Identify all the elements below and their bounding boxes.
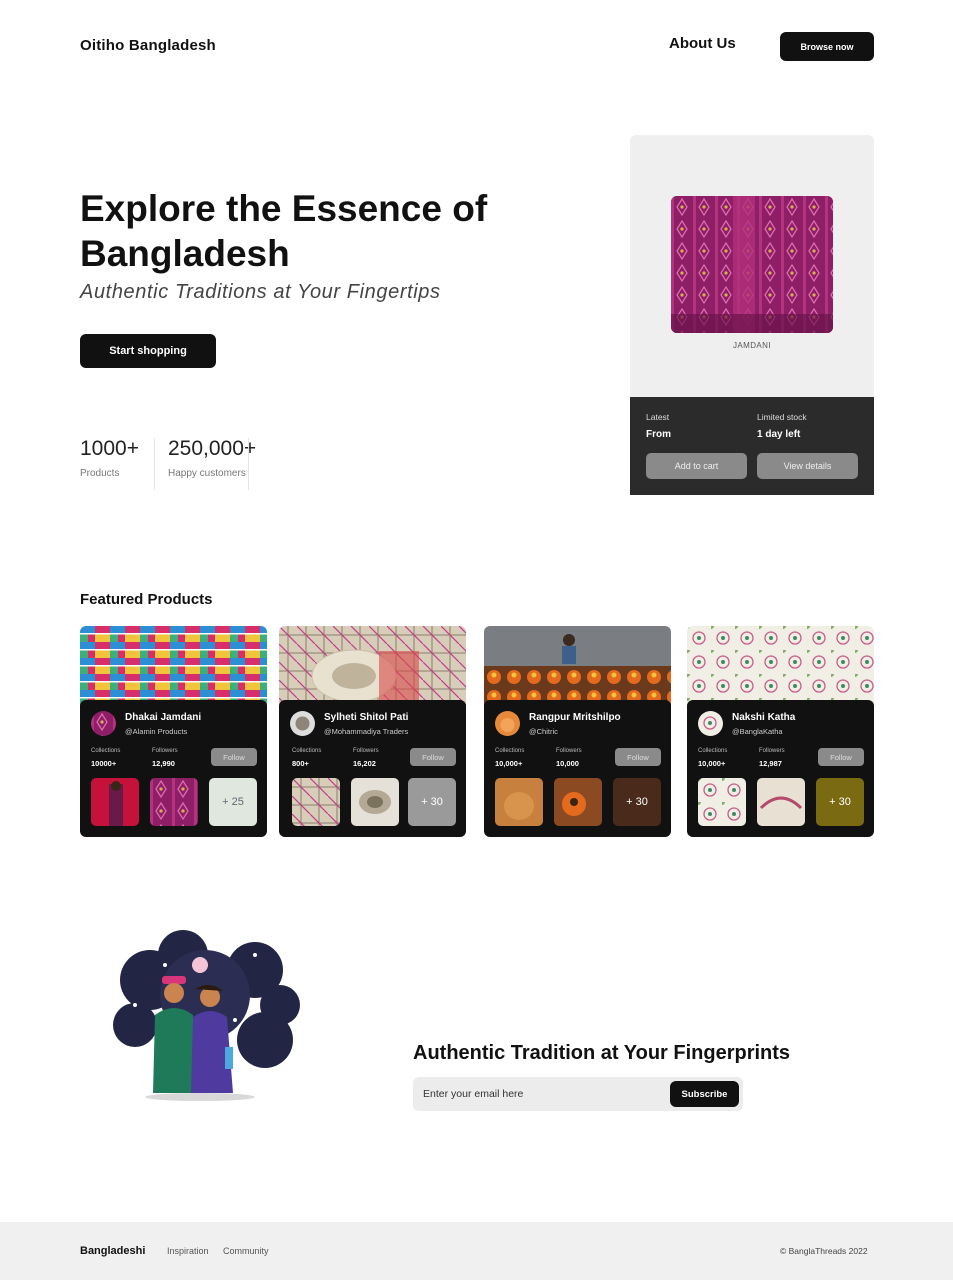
stat-label: Happy customers [168, 468, 246, 479]
collections-value: 10000+ [91, 759, 117, 768]
latest-label: Latest [646, 412, 670, 422]
cover-image [279, 626, 466, 706]
thumbnail[interactable] [150, 778, 198, 826]
thumbnail[interactable] [292, 778, 340, 826]
stat-label: Products [80, 468, 120, 479]
card-panel: Sylheti Shitol Pati @Mohammadiya Traders… [279, 700, 466, 837]
cover-image [484, 626, 671, 706]
thumbnail[interactable] [495, 778, 543, 826]
followers-value: 16,202 [353, 759, 376, 768]
follow-button[interactable]: Follow [818, 748, 864, 766]
stat-products: 1000+ Products [80, 437, 139, 479]
avatar [91, 711, 116, 736]
collections-label: Collections [495, 748, 525, 754]
card-panel: Nakshi Katha @BanglaKatha Collections 10… [687, 700, 874, 837]
card-handle[interactable]: @BanglaKatha [732, 727, 783, 736]
card-panel: Rangpur Mritshilpo @Chitric Collections … [484, 700, 671, 837]
view-details-button[interactable]: View details [757, 453, 858, 479]
collections-value: 10,000+ [698, 759, 726, 768]
newsletter-form: Subscribe [413, 1077, 743, 1111]
stat-divider [154, 438, 155, 490]
card-handle[interactable]: @Alamin Products [125, 727, 187, 736]
avatar [698, 711, 723, 736]
stat-value: 250,000+ [168, 437, 257, 460]
footer: Bangladeshi Inspiration Community © Bang… [0, 1222, 953, 1280]
thumbnail[interactable] [698, 778, 746, 826]
card-name: Sylheti Shitol Pati [324, 712, 409, 723]
featured-card-rangpur-mritshilpo[interactable]: Rangpur Mritshilpo @Chitric Collections … [484, 626, 671, 837]
thumbnail[interactable] [351, 778, 399, 826]
top-nav: Oitiho Bangladesh About Us Browse now [0, 0, 953, 92]
limited-stock-label: Limited stock [757, 412, 807, 422]
featured-card-sylheti-shitol-pati[interactable]: Sylheti Shitol Pati @Mohammadiya Traders… [279, 626, 466, 837]
card-name: Dhakai Jamdani [125, 712, 202, 723]
more-items-button[interactable]: + 30 [613, 778, 661, 826]
card-panel: Dhakai Jamdani @Alamin Products Collecti… [80, 700, 267, 837]
copyright: © BanglaThreads 2022 [780, 1246, 868, 1256]
collections-label: Collections [91, 748, 121, 754]
followers-value: 12,987 [759, 759, 782, 768]
stat-divider [248, 438, 249, 490]
more-items-button[interactable]: + 30 [408, 778, 456, 826]
thumbnail[interactable] [554, 778, 602, 826]
follow-button[interactable]: Follow [615, 748, 661, 766]
cover-image [80, 626, 267, 706]
jamdani-product-image[interactable] [671, 196, 833, 333]
add-to-cart-button[interactable]: Add to cart [646, 453, 747, 479]
follow-button[interactable]: Follow [410, 748, 456, 766]
from-value: From [646, 429, 671, 440]
more-items-button[interactable]: + 25 [209, 778, 257, 826]
browse-now-button[interactable]: Browse now [780, 32, 874, 61]
more-items-button[interactable]: + 30 [816, 778, 864, 826]
footer-link-inspiration[interactable]: Inspiration [167, 1246, 209, 1256]
follow-button[interactable]: Follow [211, 748, 257, 766]
product-name: JAMDANI [733, 341, 771, 350]
start-shopping-button[interactable]: Start shopping [80, 334, 216, 368]
featured-card-nakshi-katha[interactable]: Nakshi Katha @BanglaKatha Collections 10… [687, 626, 874, 837]
stat-customers: 250,000+ Happy customers [168, 437, 256, 479]
stat-value: 1000+ [80, 437, 139, 460]
card-handle[interactable]: @Mohammadiya Traders [324, 727, 408, 736]
footer-brand[interactable]: Bangladeshi [80, 1245, 145, 1257]
highlight-product-card: JAMDANI Latest From Limited stock 1 day … [630, 135, 874, 495]
followers-value: 10,000 [556, 759, 579, 768]
time-left-value: 1 day left [757, 429, 801, 440]
card-name: Rangpur Mritshilpo [529, 712, 621, 723]
nav-about-us[interactable]: About Us [669, 35, 736, 52]
footer-link-community[interactable]: Community [223, 1246, 269, 1256]
hero-subtitle: Authentic Traditions at Your Fingertips [80, 281, 441, 303]
card-name: Nakshi Katha [732, 712, 796, 723]
collections-label: Collections [698, 748, 728, 754]
brand-logo[interactable]: Oitiho Bangladesh [80, 37, 216, 54]
newsletter-title: Authentic Tradition at Your Fingerprints [413, 1042, 791, 1064]
featured-products-title: Featured Products [80, 591, 213, 608]
collections-value: 10,000+ [495, 759, 523, 768]
thumbnail[interactable] [91, 778, 139, 826]
cover-image [687, 626, 874, 706]
collections-value: 800+ [292, 759, 309, 768]
couple-illustration [105, 925, 305, 1105]
followers-label: Followers [556, 748, 582, 754]
email-input[interactable] [423, 1084, 663, 1104]
subscribe-button[interactable]: Subscribe [670, 1081, 739, 1107]
followers-label: Followers [152, 748, 178, 754]
product-info-panel: Latest From Limited stock 1 day left Add… [630, 397, 874, 495]
collections-label: Collections [292, 748, 322, 754]
hero-title: Explore the Essence of Bangladesh [80, 188, 488, 274]
featured-card-dhakai-jamdani[interactable]: Dhakai Jamdani @Alamin Products Collecti… [80, 626, 267, 837]
avatar [290, 711, 315, 736]
followers-label: Followers [353, 748, 379, 754]
avatar [495, 711, 520, 736]
thumbnail[interactable] [757, 778, 805, 826]
followers-value: 12,990 [152, 759, 175, 768]
card-handle[interactable]: @Chitric [529, 727, 558, 736]
followers-label: Followers [759, 748, 785, 754]
